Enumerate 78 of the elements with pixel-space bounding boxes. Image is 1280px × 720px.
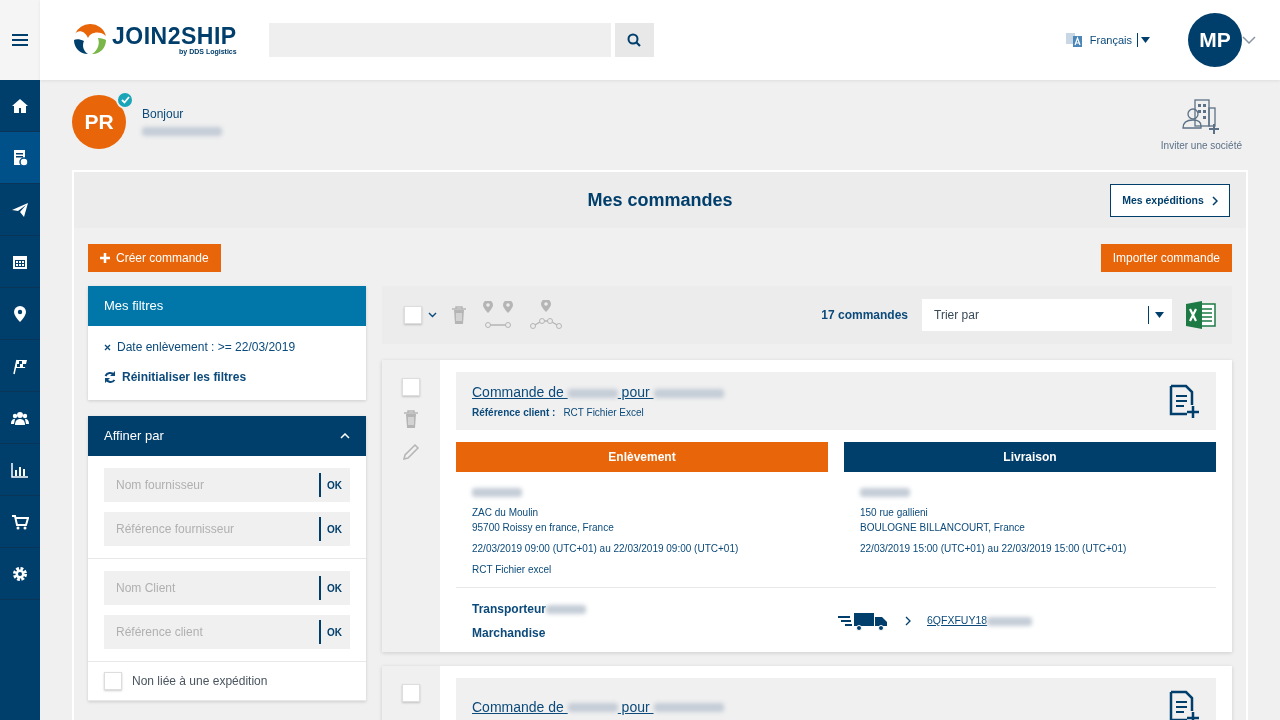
filters-header: Mes filtres: [88, 286, 366, 326]
redacted-text: [987, 616, 1033, 626]
greeting-text: Bonjour: [142, 106, 185, 123]
date-range-text: 22/03/2019 15:00 (UTC+01) au 22/03/2019 15:00 (UTC+01): [860, 542, 1128, 556]
ok-button[interactable]: OK: [319, 517, 348, 541]
language-dropdown[interactable]: Français: [1089, 31, 1150, 49]
user-avatar[interactable]: MP: [1188, 13, 1242, 67]
truck-icon: [837, 611, 889, 631]
home-icon: [11, 96, 29, 115]
date-range-text: 22/03/2019 09:00 (UTC+01) au 22/03/2019 09:00 (UTC+01): [472, 542, 740, 556]
menu-button[interactable]: [0, 0, 40, 80]
sidebar-item[interactable]: [0, 132, 40, 184]
refresh-icon: [104, 371, 116, 383]
chevron-down-icon[interactable]: [1242, 36, 1256, 44]
filter-field[interactable]: Référence client OK: [104, 615, 350, 649]
close-icon: [104, 343, 111, 351]
bar-chart-icon: [11, 460, 29, 479]
address-text: BOULOGNE BILLANCOURT, France: [860, 521, 1026, 535]
checkbox[interactable]: [402, 378, 420, 396]
address-text: ZAC du Moulin: [472, 506, 540, 520]
chevron-up-icon: [340, 433, 350, 439]
checkbox[interactable]: [104, 672, 122, 690]
note-text: RCT Fichier excel: [472, 563, 553, 577]
search-button[interactable]: [614, 23, 654, 57]
chevron-down-icon: [428, 312, 437, 318]
ok-button[interactable]: OK: [319, 473, 348, 497]
reset-filters-link[interactable]: Réinitialiser les filtres: [104, 368, 350, 386]
redacted-text: [567, 703, 618, 713]
redacted-text: [860, 487, 910, 497]
order-count: 17 commandes: [821, 307, 908, 324]
carrier-label: Transporteur: [472, 602, 546, 616]
ok-button[interactable]: OK: [319, 576, 348, 600]
ok-button[interactable]: OK: [319, 620, 348, 644]
settings-icon: [11, 564, 29, 583]
redacted-text: [653, 703, 724, 713]
translate-icon: [1065, 33, 1082, 47]
redacted-text: [472, 487, 522, 497]
cart-icon: [11, 512, 29, 531]
remove-filter-chip[interactable]: Date enlèvement : >= 22/03/2019: [104, 338, 350, 356]
document-add-icon[interactable]: [1168, 384, 1200, 418]
page-title: Mes commandes: [587, 188, 733, 212]
checkbox[interactable]: [402, 684, 420, 702]
refine-header[interactable]: Affiner par: [88, 416, 366, 456]
caret-icon: [1141, 37, 1150, 43]
shipments-button[interactable]: Mes expéditions: [1110, 184, 1230, 217]
tracking-link[interactable]: 6QFXFUY18: [927, 613, 1033, 629]
chevron-right-icon: [905, 616, 911, 626]
filter-field[interactable]: Nom fournisseur OK: [104, 468, 350, 502]
address-text: 150 rue gallieni: [860, 506, 929, 520]
pickup-header: Enlèvement: [456, 442, 828, 472]
redacted-text: [546, 605, 586, 615]
filter-field[interactable]: Référence fournisseur OK: [104, 512, 350, 546]
paper-plane-icon: [11, 200, 29, 219]
redacted-text: [567, 388, 618, 398]
menu-icon: [12, 33, 28, 47]
chevron-right-icon: [1211, 195, 1218, 206]
order-title-link[interactable]: Commande de pour: [472, 384, 724, 400]
goods-label: Marchandise: [472, 625, 547, 642]
redacted-text: [653, 388, 724, 398]
document-icon: [11, 148, 29, 167]
plus-icon: [100, 253, 110, 263]
order-title-link[interactable]: Commande de pour: [472, 698, 724, 715]
map-pin-icon: [11, 304, 29, 323]
excel-export-icon[interactable]: [1186, 301, 1216, 329]
logo-text: JOIN2SHIP: [112, 25, 237, 48]
filter-field[interactable]: Nom Client OK: [104, 571, 350, 605]
address-text: 95700 Roissy en france, France: [472, 521, 615, 535]
building-person-icon: [1181, 98, 1222, 134]
invite-company-button[interactable]: Inviter une société: [1154, 95, 1248, 154]
search-icon: [627, 33, 642, 47]
client-reference: Référence client : RCT Fichier Excel: [472, 406, 645, 420]
check-icon: [120, 96, 130, 104]
select-all-dropdown[interactable]: [404, 306, 437, 324]
checkbox-label: Non liée à une expédition: [132, 673, 268, 690]
caret-icon: [1155, 312, 1164, 318]
delivery-header: Livraison: [844, 442, 1216, 472]
document-add-icon[interactable]: [1168, 690, 1200, 720]
sort-dropdown[interactable]: Trier par: [922, 299, 1172, 331]
